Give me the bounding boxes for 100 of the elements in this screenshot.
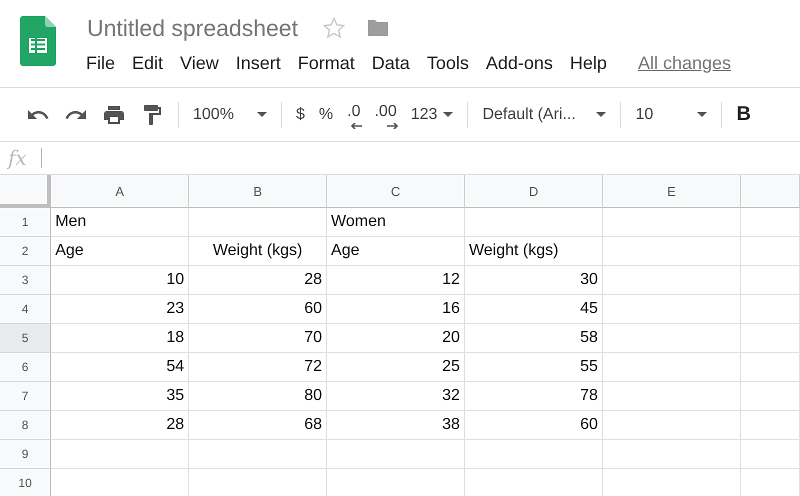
row-header[interactable]: 6 <box>0 353 52 382</box>
font-size-dropdown[interactable]: 10 <box>635 106 708 124</box>
row-header[interactable]: 5 <box>0 324 52 353</box>
table-cell[interactable]: 20 <box>327 324 465 353</box>
currency-button[interactable]: $ <box>296 106 305 124</box>
row-header[interactable]: 2 <box>0 237 52 266</box>
empty-cell[interactable] <box>602 208 741 237</box>
table-cell[interactable]: 54 <box>51 353 190 382</box>
empty-cell[interactable] <box>602 237 741 266</box>
empty-cell[interactable] <box>464 440 603 469</box>
percent-button[interactable]: % <box>318 106 334 124</box>
empty-cell[interactable] <box>464 208 603 237</box>
empty-cell[interactable] <box>740 411 800 440</box>
empty-cell[interactable] <box>327 440 465 469</box>
row-header[interactable]: 9 <box>0 440 52 469</box>
table-cell[interactable]: 18 <box>51 324 190 353</box>
table-cell[interactable]: 72 <box>189 353 328 382</box>
increase-decimals-button[interactable]: .00 <box>374 102 397 126</box>
table-cell[interactable]: 25 <box>327 353 465 382</box>
row-header[interactable]: 10 <box>0 469 52 496</box>
caret-icon <box>443 112 454 117</box>
table-cell[interactable]: Men <box>51 208 190 237</box>
row-header[interactable]: 1 <box>0 208 52 237</box>
empty-cell[interactable] <box>602 411 741 440</box>
column-header[interactable]: C <box>327 175 466 208</box>
row-header[interactable]: 8 <box>0 411 52 440</box>
table-cell[interactable]: 10 <box>51 266 190 295</box>
table-cell[interactable]: 60 <box>189 295 328 324</box>
table-cell[interactable]: 28 <box>51 411 190 440</box>
table-cell[interactable]: 38 <box>327 411 465 440</box>
bold-button[interactable]: B <box>736 103 751 126</box>
table-cell[interactable]: 12 <box>327 266 465 295</box>
empty-cell[interactable] <box>740 266 800 295</box>
table-cell[interactable]: 30 <box>464 266 603 295</box>
save-status-link[interactable]: All changes <box>638 53 731 74</box>
column-header[interactable] <box>740 175 800 208</box>
empty-cell[interactable] <box>740 353 800 382</box>
menu-item[interactable]: Help <box>570 53 607 74</box>
menu-item[interactable]: Insert <box>236 53 281 74</box>
menu-item[interactable]: Data <box>372 53 410 74</box>
menu-item[interactable]: Edit <box>132 53 164 74</box>
table-cell[interactable]: 70 <box>189 324 328 353</box>
table-cell[interactable]: 68 <box>189 411 328 440</box>
left-arrow-icon <box>350 122 362 128</box>
star-icon[interactable] <box>322 16 346 40</box>
empty-cell[interactable] <box>602 353 741 382</box>
column-header[interactable]: D <box>465 175 603 208</box>
column-header[interactable]: E <box>602 175 741 208</box>
table-cell[interactable]: Weight (kgs) <box>464 237 603 266</box>
caret-icon <box>697 112 708 117</box>
table-cell[interactable]: 23 <box>51 295 190 324</box>
menu-item[interactable]: Add-ons <box>486 53 553 74</box>
row-header[interactable]: 7 <box>0 382 52 411</box>
number-format-dropdown[interactable]: 123 <box>410 106 454 124</box>
table-cell[interactable]: 45 <box>464 295 603 324</box>
menu-item[interactable]: Tools <box>426 53 469 74</box>
table-cell[interactable]: Age <box>327 237 465 266</box>
right-arrow-icon <box>386 122 399 128</box>
table-cell[interactable]: 78 <box>464 382 603 411</box>
table-cell[interactable]: 55 <box>464 353 603 382</box>
empty-cell[interactable] <box>602 295 741 324</box>
empty-cell[interactable] <box>602 440 741 469</box>
table-cell[interactable]: Women <box>327 208 465 237</box>
table-cell[interactable]: 58 <box>464 324 603 353</box>
empty-cell[interactable] <box>602 382 741 411</box>
column-header[interactable]: A <box>51 175 190 208</box>
table-cell[interactable]: 80 <box>189 382 328 411</box>
table-cell[interactable]: Weight (kgs) <box>189 237 328 266</box>
empty-cell[interactable] <box>740 237 800 266</box>
caret-icon <box>596 112 606 117</box>
table-cell[interactable]: Age <box>51 237 190 266</box>
formula-label: fx <box>8 146 27 170</box>
empty-cell[interactable] <box>740 208 800 237</box>
menu-item[interactable]: Format <box>298 53 355 74</box>
table-cell[interactable]: 16 <box>327 295 465 324</box>
decrease-decimals-button[interactable]: .0 <box>347 102 360 126</box>
empty-cell[interactable] <box>740 295 800 324</box>
empty-cell[interactable] <box>602 324 741 353</box>
table-cell[interactable]: 32 <box>327 382 465 411</box>
row-header[interactable]: 4 <box>0 295 52 324</box>
empty-cell[interactable] <box>189 208 328 237</box>
menu-item[interactable]: File <box>86 53 116 74</box>
empty-cell[interactable] <box>602 266 741 295</box>
empty-cell[interactable] <box>740 382 800 411</box>
column-header[interactable]: B <box>189 175 328 208</box>
font-dropdown[interactable]: Default (Ari... <box>482 106 606 124</box>
document-title[interactable]: Untitled spreadsheet <box>87 14 298 42</box>
table-cell[interactable]: 60 <box>464 411 603 440</box>
select-all-corner[interactable] <box>0 175 52 208</box>
sheets-logo-icon[interactable] <box>20 16 56 66</box>
menu-item[interactable]: View <box>180 53 219 74</box>
empty-cell[interactable] <box>740 324 800 353</box>
table-cell[interactable]: 35 <box>51 382 190 411</box>
empty-cell[interactable] <box>740 440 800 469</box>
table-cell[interactable]: 28 <box>189 266 328 295</box>
row-header[interactable]: 3 <box>0 266 52 295</box>
zoom-dropdown[interactable]: 100% <box>193 106 267 124</box>
folder-icon[interactable] <box>366 18 390 38</box>
caret-icon <box>257 112 267 117</box>
empty-cell[interactable] <box>189 440 328 469</box>
